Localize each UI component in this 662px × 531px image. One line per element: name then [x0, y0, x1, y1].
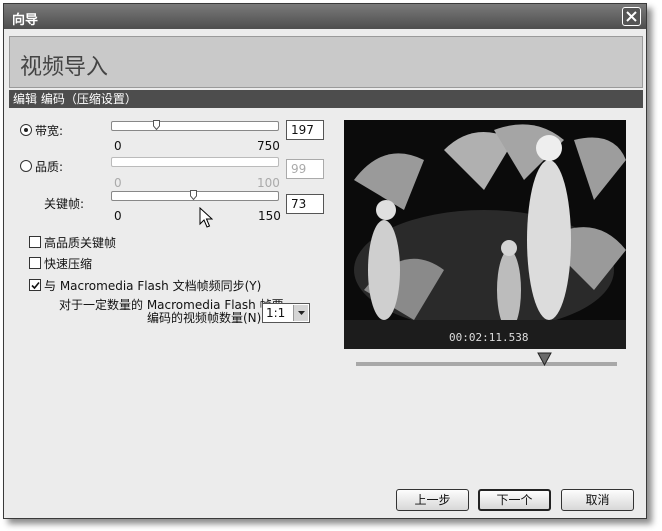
- frame-ratio-select[interactable]: 1:1: [262, 303, 310, 323]
- chevron-down-icon[interactable]: [293, 305, 308, 321]
- sync-flash-label: 与 Macromedia Flash 文档帧频同步(Y): [44, 279, 262, 293]
- frame-ratio-label-line2: 编码的视频帧数量(N): [147, 311, 262, 325]
- video-preview: 00:02:11.538: [344, 120, 626, 349]
- quality-slider[interactable]: [111, 157, 279, 167]
- bandwidth-max: 750: [257, 139, 280, 153]
- title-bar[interactable]: 向导: [4, 4, 646, 29]
- mouse-cursor-icon: [199, 207, 213, 228]
- window-title: 向导: [12, 13, 39, 28]
- bandwidth-input[interactable]: 197: [286, 120, 324, 140]
- keyframe-slider-thumb[interactable]: [190, 190, 197, 200]
- quick-compress-label: 快速压缩: [44, 257, 93, 271]
- keyframe-max: 150: [258, 209, 281, 223]
- bandwidth-slider[interactable]: [111, 120, 279, 131]
- scrubber-handle[interactable]: [537, 352, 552, 366]
- bandwidth-slider-thumb[interactable]: [153, 120, 160, 130]
- high-quality-keyframes-label: 高品质关键帧: [44, 236, 117, 250]
- quality-label: 品质:: [35, 160, 64, 174]
- wizard-header: 视频导入: [9, 36, 643, 88]
- next-button[interactable]: 下一个: [478, 489, 551, 511]
- frame-ratio-value: 1:1: [266, 306, 286, 320]
- sync-flash-checkbox[interactable]: [29, 279, 41, 291]
- close-icon: [626, 11, 637, 22]
- quality-min: 0: [114, 176, 122, 190]
- quick-compress-checkbox[interactable]: [29, 257, 41, 269]
- keyframe-slider[interactable]: [111, 190, 279, 201]
- close-button[interactable]: [622, 7, 641, 26]
- keyframe-label: 关键帧:: [44, 197, 85, 211]
- bandwidth-radio[interactable]: [20, 124, 32, 136]
- back-button[interactable]: 上一步: [396, 489, 469, 511]
- bandwidth-min: 0: [114, 139, 122, 153]
- video-frame-image: [344, 120, 626, 349]
- quality-max: 100: [257, 176, 280, 190]
- wizard-window: 向导 视频导入 编辑 编码（压缩设置） 带宽: 0 750 197 品质: 0 …: [3, 3, 647, 519]
- page-title: 视频导入: [20, 55, 109, 80]
- quality-input[interactable]: 99: [286, 159, 324, 179]
- bandwidth-label: 带宽:: [35, 124, 64, 138]
- breadcrumb: 编辑 编码（压缩设置）: [9, 90, 643, 108]
- cancel-button[interactable]: 取消: [561, 489, 634, 511]
- keyframe-min: 0: [114, 209, 122, 223]
- keyframe-input[interactable]: 73: [286, 194, 324, 214]
- quality-radio[interactable]: [20, 160, 32, 172]
- video-scrubber[interactable]: [356, 362, 617, 366]
- high-quality-keyframes-checkbox[interactable]: [29, 236, 41, 248]
- checkmark-icon: [31, 281, 40, 290]
- video-timecode: 00:02:11.538: [449, 331, 529, 344]
